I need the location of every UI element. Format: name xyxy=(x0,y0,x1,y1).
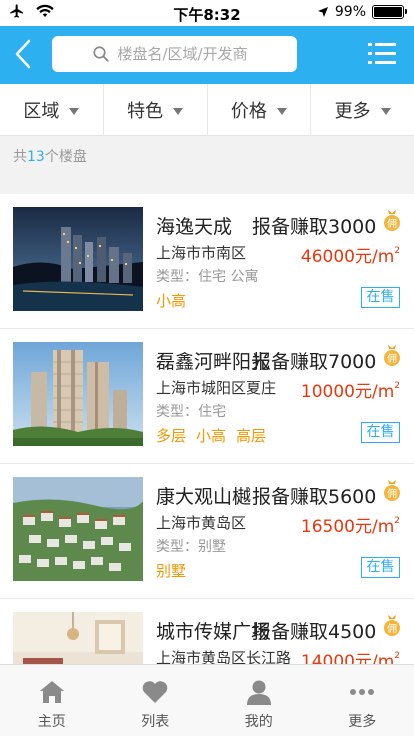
property-photo xyxy=(13,342,143,446)
commission-coin-icon: 佣 xyxy=(384,615,400,636)
property-price: 16500元/m2 xyxy=(301,512,400,537)
commission-text: 报备赚取7000 xyxy=(252,351,377,373)
property-price: 10000元/m2 xyxy=(301,377,400,402)
count-suffix: 个楼盘 xyxy=(44,149,87,165)
property-item[interactable]: 磊鑫河畔阳光 报备赚取7000 佣 上海市城阳区夏庄 10000元/m2 类型：… xyxy=(0,329,414,464)
commission-text: 报备赚取3000 xyxy=(252,216,377,238)
filter-label: 更多 xyxy=(334,100,371,122)
battery-icon xyxy=(372,5,407,19)
tab-label: 主页 xyxy=(37,714,66,730)
property-price: 46000元/m2 xyxy=(301,242,400,267)
tab-more[interactable]: 更多 xyxy=(311,665,414,736)
filter-more[interactable]: 更多 xyxy=(311,84,414,135)
price-unit-sup: 2 xyxy=(394,381,400,392)
tag: 小高 xyxy=(156,292,187,310)
price-unit-sup: 2 xyxy=(394,246,400,257)
back-arrow-icon xyxy=(15,39,31,69)
dropdown-triangle-icon xyxy=(276,107,287,115)
heart-icon xyxy=(142,681,168,703)
coin-glyph: 佣 xyxy=(387,623,397,635)
property-photo xyxy=(13,207,143,311)
filter-label: 价格 xyxy=(230,100,267,122)
price-value: 14000元/m xyxy=(300,652,395,664)
property-type: 类型：别墅 xyxy=(156,539,226,555)
property-area: 上海市城阳区夏庄 xyxy=(156,379,277,397)
search-input[interactable] xyxy=(117,45,258,63)
filter-bar: 区域 特色 价格 更多 xyxy=(0,84,414,136)
property-item[interactable]: 海逸天成 报备赚取3000 佣 上海市市南区 46000元/m2 类型：住宅 公… xyxy=(0,194,414,329)
property-item[interactable]: 城市传媒广场 报备赚取4500 佣 上海市黄岛区长江路 14000元/m2 xyxy=(0,599,414,664)
filter-region[interactable]: 区域 xyxy=(0,84,104,135)
property-tags: 别墅 xyxy=(156,560,186,581)
property-photo xyxy=(13,477,143,581)
commission-text: 报备赚取5600 xyxy=(252,486,377,508)
property-area: 上海市市南区 xyxy=(156,244,247,262)
result-count-bar: 共13个楼盘 xyxy=(0,136,414,194)
price-unit-sup: 2 xyxy=(394,651,400,662)
property-type: 类型：住宅 xyxy=(156,404,226,420)
tab-label: 列表 xyxy=(141,714,170,730)
coin-glyph: 佣 xyxy=(387,353,397,365)
commission-coin-icon: 佣 xyxy=(384,345,400,366)
search-icon xyxy=(92,46,109,62)
commission-coin-icon: 佣 xyxy=(384,210,400,231)
price-value: 10000元/m xyxy=(300,382,395,402)
more-icon xyxy=(350,689,375,695)
price-value: 16500元/m xyxy=(300,517,395,537)
count-number: 13 xyxy=(27,149,45,165)
tab-list[interactable]: 列表 xyxy=(104,665,208,736)
property-type: 类型：住宅 公寓 xyxy=(156,269,259,285)
property-item[interactable]: 康大观山樾 报备赚取5600 佣 上海市黄岛区 16500元/m2 类型：别墅 … xyxy=(0,464,414,599)
tag: 小高 xyxy=(196,427,227,445)
coin-glyph: 佣 xyxy=(387,218,397,230)
tab-label: 更多 xyxy=(348,714,377,730)
menu-button[interactable] xyxy=(368,40,396,68)
status-right: 99% xyxy=(317,4,407,20)
property-tags: 小高 xyxy=(156,290,186,311)
back-button[interactable] xyxy=(6,34,40,74)
filter-label: 区域 xyxy=(23,100,60,122)
tab-label: 我的 xyxy=(244,714,273,730)
status-bar: 下午8:32 99% xyxy=(0,0,414,26)
commission-text: 报备赚取4500 xyxy=(252,621,377,643)
tab-mine[interactable]: 我的 xyxy=(207,665,311,736)
property-list: 海逸天成 报备赚取3000 佣 上海市市南区 46000元/m2 类型：住宅 公… xyxy=(0,194,414,664)
tag: 多层 xyxy=(156,427,187,445)
dropdown-triangle-icon xyxy=(173,107,184,115)
header xyxy=(0,26,414,84)
home-icon xyxy=(39,681,64,703)
location-arrow-icon xyxy=(317,7,328,17)
sale-status-badge: 在售 xyxy=(361,422,400,443)
price-unit-sup: 2 xyxy=(394,516,400,527)
filter-price[interactable]: 价格 xyxy=(208,84,312,135)
sale-status-badge: 在售 xyxy=(361,287,400,308)
property-photo xyxy=(13,612,143,664)
property-area: 上海市黄岛区 xyxy=(156,514,247,532)
tab-home[interactable]: 主页 xyxy=(0,665,104,736)
battery-percent: 99% xyxy=(334,4,366,20)
coin-glyph: 佣 xyxy=(387,488,397,500)
search-box[interactable] xyxy=(52,36,297,72)
filter-feature[interactable]: 特色 xyxy=(104,84,208,135)
property-title: 海逸天成 xyxy=(156,216,233,238)
property-area: 上海市黄岛区长江路 xyxy=(156,649,292,664)
dropdown-triangle-icon xyxy=(380,107,391,115)
commission-coin-icon: 佣 xyxy=(384,480,400,501)
dropdown-triangle-icon xyxy=(69,107,80,115)
result-count: 共13个楼盘 xyxy=(13,146,87,166)
user-icon xyxy=(246,680,271,705)
property-title: 康大观山樾 xyxy=(156,486,252,508)
property-price: 14000元/m2 xyxy=(301,647,400,664)
count-prefix: 共 xyxy=(13,149,27,165)
tag: 高层 xyxy=(236,427,267,445)
property-tags: 多层 小高 高层 xyxy=(156,425,266,446)
price-value: 46000元/m xyxy=(300,247,395,267)
tag: 别墅 xyxy=(156,562,187,580)
sale-status-badge: 在售 xyxy=(361,557,400,578)
list-menu-icon xyxy=(368,43,396,64)
filter-label: 特色 xyxy=(127,100,164,122)
bottom-tab-bar: 主页 列表 我的 更多 xyxy=(0,664,414,736)
battery-fill xyxy=(374,7,402,17)
